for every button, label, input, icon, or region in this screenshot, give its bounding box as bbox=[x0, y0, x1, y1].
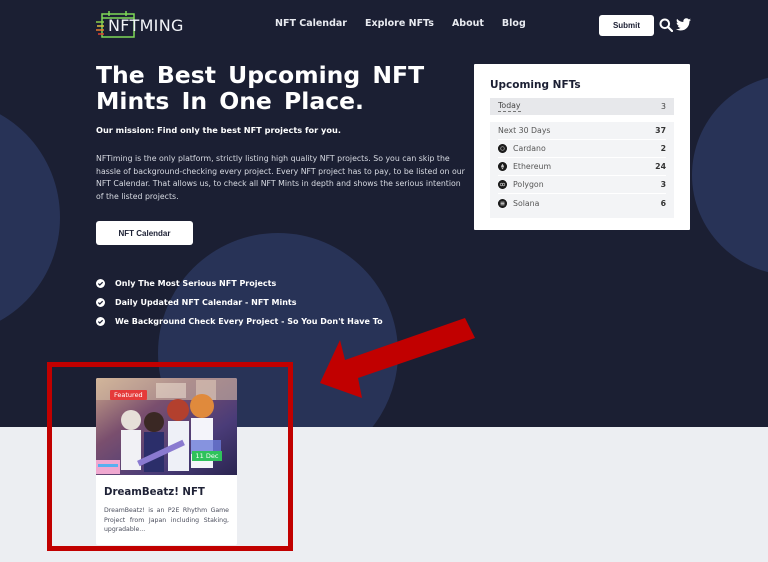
nav-explore-nfts[interactable]: Explore NFTs bbox=[365, 18, 434, 29]
upcoming-nfts-panel: Upcoming NFTs Today 3 Next 30 Days 37 Ca… bbox=[474, 64, 690, 230]
feature-item: We Background Check Every Project - So Y… bbox=[96, 316, 383, 326]
upcoming-list: Next 30 Days 37 Cardano 2 Ethereum 24 Po… bbox=[490, 122, 674, 218]
page-title: The Best Upcoming NFT Mints In One Place… bbox=[96, 61, 425, 115]
submit-button[interactable]: Submit bbox=[599, 15, 654, 36]
polygon-icon bbox=[498, 180, 507, 189]
main-nav: NFT Calendar Explore NFTs About Blog bbox=[275, 18, 544, 29]
mission-statement: Our mission: Find only the best NFT proj… bbox=[96, 125, 341, 135]
feature-item: Daily Updated NFT Calendar - NFT Mints bbox=[96, 297, 383, 307]
nav-blog[interactable]: Blog bbox=[502, 18, 526, 29]
feature-item: Only The Most Serious NFT Projects bbox=[96, 279, 383, 288]
twitter-icon[interactable] bbox=[676, 18, 691, 31]
today-row[interactable]: Today 3 bbox=[490, 98, 674, 115]
row-label: Cardano bbox=[513, 144, 546, 153]
check-circle-icon bbox=[96, 279, 105, 288]
feature-text: We Background Check Every Project - So Y… bbox=[115, 316, 383, 326]
feature-text: Daily Updated NFT Calendar - NFT Mints bbox=[115, 297, 297, 307]
today-label: Today bbox=[498, 101, 521, 112]
feature-text: Only The Most Serious NFT Projects bbox=[115, 279, 277, 288]
ethereum-icon bbox=[498, 162, 507, 171]
row-label: Next 30 Days bbox=[498, 126, 551, 135]
highlight-box-annotation bbox=[47, 362, 293, 551]
row-count: 2 bbox=[660, 144, 666, 153]
search-icon[interactable] bbox=[659, 18, 673, 32]
row-count: 37 bbox=[655, 126, 666, 135]
decorative-circle bbox=[692, 75, 768, 275]
today-count: 3 bbox=[661, 102, 666, 111]
row-count: 3 bbox=[660, 180, 666, 189]
nft-calendar-button[interactable]: NFT Calendar bbox=[96, 221, 193, 245]
logo-text-prefix: NFT bbox=[108, 15, 140, 35]
row-count: 6 bbox=[660, 198, 666, 208]
row-label: Solana bbox=[513, 198, 540, 208]
row-label: Polygon bbox=[513, 180, 544, 189]
hero-description: NFTiming is the only platform, strictly … bbox=[96, 154, 465, 202]
row-label: Ethereum bbox=[513, 162, 552, 171]
nav-about[interactable]: About bbox=[452, 18, 484, 29]
check-circle-icon bbox=[96, 297, 105, 307]
list-item-next-30-days[interactable]: Next 30 Days 37 bbox=[498, 122, 666, 140]
list-item-polygon[interactable]: Polygon 3 bbox=[498, 176, 666, 194]
cardano-icon bbox=[498, 144, 507, 153]
upcoming-nfts-title: Upcoming NFTs bbox=[490, 79, 581, 91]
feature-list: Only The Most Serious NFT Projects Daily… bbox=[96, 279, 383, 335]
list-item-ethereum[interactable]: Ethereum 24 bbox=[498, 158, 666, 176]
logo-text-suffix: MING bbox=[139, 15, 184, 35]
solana-icon bbox=[498, 198, 507, 208]
check-circle-icon bbox=[96, 316, 105, 326]
decorative-circle bbox=[0, 100, 60, 335]
list-item-cardano[interactable]: Cardano 2 bbox=[498, 140, 666, 158]
list-item-solana[interactable]: Solana 6 bbox=[498, 194, 666, 212]
logo[interactable]: NFTMING bbox=[96, 11, 184, 39]
nav-nft-calendar[interactable]: NFT Calendar bbox=[275, 18, 347, 29]
row-count: 24 bbox=[655, 162, 666, 171]
